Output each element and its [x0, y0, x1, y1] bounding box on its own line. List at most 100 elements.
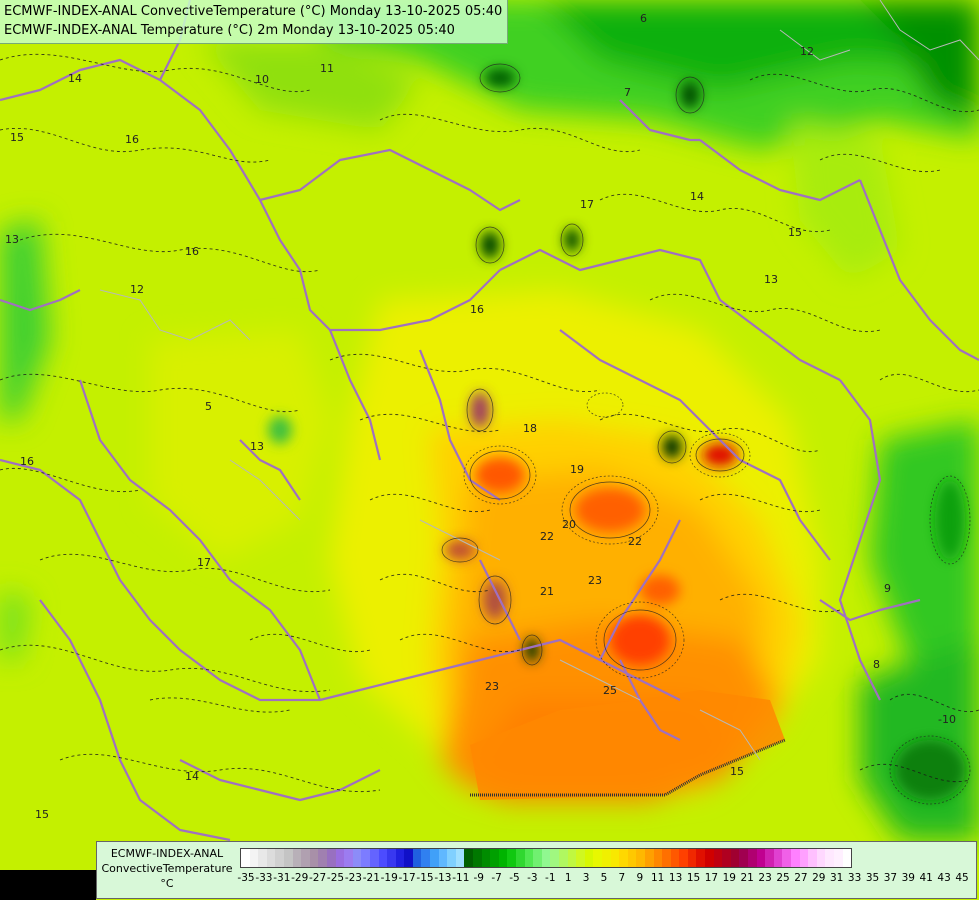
- legend-tick: -3: [527, 872, 538, 884]
- legend-tick: 1: [564, 872, 572, 884]
- legend-tick: 19: [722, 872, 736, 884]
- contour-label: 16: [125, 133, 139, 146]
- legend-unit: °C: [160, 877, 174, 890]
- legend-swatch: [662, 849, 671, 867]
- contour-label: 22: [628, 535, 642, 548]
- legend-swatch: [404, 849, 413, 867]
- title-convective-temperature: ECMWF-INDEX-ANAL ConvectiveTemperature (…: [4, 4, 503, 19]
- legend-swatch: [576, 849, 585, 867]
- contour-label: 16: [470, 303, 484, 316]
- legend-swatch: [619, 849, 628, 867]
- legend-swatch: [473, 849, 482, 867]
- legend-swatch: [369, 849, 379, 867]
- contour-label: 17: [580, 198, 594, 211]
- contour-label: 11: [320, 62, 334, 75]
- legend-swatch: [438, 849, 448, 867]
- legend-tick: 3: [582, 872, 590, 884]
- legend-tick: -1: [545, 872, 556, 884]
- legend-tick: 21: [740, 872, 754, 884]
- corner-block: [0, 870, 96, 900]
- legend-swatch: [610, 849, 620, 867]
- legend-swatch: [266, 849, 276, 867]
- legend-tick: 13: [668, 872, 683, 884]
- map-title-box: ECMWF-INDEX-ANAL ConvectiveTemperature (…: [0, 0, 509, 44]
- legend-swatch: [430, 849, 439, 867]
- legend-tick: 37: [883, 872, 898, 884]
- legend-tick: 39: [901, 872, 915, 884]
- legend-tick: -11: [452, 872, 470, 884]
- legend-swatch: [584, 849, 594, 867]
- legend-tick: 43: [937, 872, 951, 884]
- contour-label: 21: [540, 585, 554, 598]
- contour-label: 6: [640, 12, 647, 25]
- legend-tick: 11: [651, 872, 665, 884]
- legend-tick: -9: [473, 872, 484, 884]
- legend-swatch: [799, 849, 809, 867]
- legend-tick: -5: [509, 872, 520, 884]
- legend-tick: -29: [291, 872, 309, 884]
- legend-tick: -21: [362, 872, 380, 884]
- legend-swatch: [249, 849, 259, 867]
- legend-tick: 9: [636, 872, 644, 884]
- legend-swatch: [782, 849, 791, 867]
- contour-label: 15: [35, 808, 49, 821]
- contour-label: 23: [485, 680, 499, 693]
- legend-swatch: [713, 849, 723, 867]
- legend-tick: -17: [398, 872, 416, 884]
- legend-swatch: [524, 849, 534, 867]
- contour-label: 20: [562, 518, 576, 531]
- legend-swatch: [541, 849, 551, 867]
- legend-tick: 31: [830, 872, 844, 884]
- contour-label: 12: [130, 283, 144, 296]
- legend-swatch: [816, 849, 826, 867]
- contour-label: -10: [938, 713, 956, 726]
- contour-label: 19: [570, 463, 584, 476]
- legend-tick: -35: [237, 872, 255, 884]
- legend-swatch: [696, 849, 706, 867]
- legend-variable: ConvectiveTemperature: [101, 862, 233, 875]
- legend-tick: -23: [344, 872, 362, 884]
- legend-tick: 25: [776, 872, 790, 884]
- legend-swatch: [421, 849, 431, 867]
- legend-tick: 7: [618, 872, 626, 884]
- legend-swatch: [378, 849, 388, 867]
- legend-tick: 5: [600, 872, 608, 884]
- legend-tick: 23: [758, 872, 772, 884]
- legend-swatch: [387, 849, 396, 867]
- contour-label: 14: [68, 72, 82, 85]
- legend-swatch: [558, 849, 568, 867]
- legend-swatch: [352, 849, 362, 867]
- legend-swatch: [412, 849, 422, 867]
- contour-label: 8: [873, 658, 880, 671]
- legend-swatch: [808, 849, 817, 867]
- legend-swatch: [636, 849, 645, 867]
- legend-swatch: [361, 849, 370, 867]
- contour-label: 10: [255, 73, 269, 86]
- legend-tick: 27: [794, 872, 808, 884]
- weather-map-view: 14 16 15 13 11 10 12 5 17 18 19 20 21 22…: [0, 0, 979, 900]
- legend-swatch: [490, 849, 499, 867]
- contour-label: 15: [10, 131, 24, 144]
- contour-label: 15: [788, 226, 802, 239]
- legend-tick: -25: [326, 872, 345, 884]
- legend-tick: -27: [309, 872, 327, 884]
- legend-tick: 33: [847, 872, 862, 884]
- contour-label: 14: [185, 770, 199, 783]
- legend-swatch: [705, 849, 714, 867]
- legend-tick: 35: [865, 872, 880, 884]
- legend-tick: 17: [704, 872, 719, 884]
- legend-swatch: [550, 849, 559, 867]
- contour-label: 13: [764, 273, 778, 286]
- legend-swatch: [395, 849, 405, 867]
- legend-swatch: [601, 849, 611, 867]
- legend-swatch: [516, 849, 525, 867]
- legend-tick: -7: [491, 872, 502, 884]
- legend-swatch: [309, 849, 319, 867]
- legend-swatch: [567, 849, 577, 867]
- legend-source: ECMWF-INDEX-ANAL: [110, 847, 224, 860]
- contour-label: 15: [730, 765, 744, 778]
- legend-swatch: [627, 849, 637, 867]
- contour-label: 22: [540, 530, 554, 543]
- legend-swatch: [447, 849, 456, 867]
- legend-swatch: [679, 849, 688, 867]
